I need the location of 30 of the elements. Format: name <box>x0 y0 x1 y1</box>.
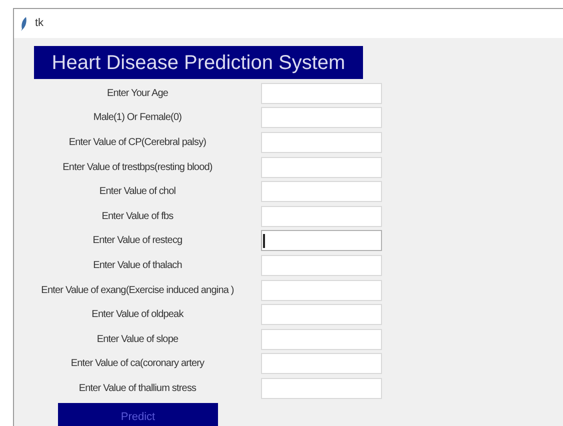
input-field[interactable] <box>261 254 382 276</box>
field-label: Enter Value of oldpeak <box>90 308 185 322</box>
input-field[interactable] <box>261 230 382 252</box>
input-field[interactable] <box>261 181 382 202</box>
field-label: Enter Value of ca(coronary artery <box>70 357 206 372</box>
feather-icon <box>21 16 27 30</box>
input-field[interactable] <box>261 206 382 227</box>
predict-button[interactable]: Predict <box>58 402 218 426</box>
field-label: Enter Value of trestbps(resting blood) <box>62 160 214 175</box>
field-label: Male(1) Or Female(0) <box>92 111 183 126</box>
field-label: Enter Value of fbs <box>100 210 174 224</box>
field-label: Enter Value of chol <box>98 185 177 200</box>
input-field[interactable] <box>261 378 382 399</box>
input-field[interactable] <box>261 107 382 128</box>
input-field[interactable] <box>261 132 382 153</box>
window-title: tk <box>35 16 44 32</box>
field-label: Enter Value of restecg <box>92 234 184 248</box>
field-label: Enter Value of slope <box>96 332 180 347</box>
field-label: Enter Value of CP(Cerebral palsy) <box>68 136 208 150</box>
input-field[interactable] <box>261 353 382 374</box>
input-field[interactable] <box>261 82 382 104</box>
input-field[interactable] <box>261 328 382 350</box>
input-field[interactable] <box>261 280 382 301</box>
field-label: Enter Value of exang(Exercise induced angina ) <box>40 284 235 298</box>
field-label: Enter Your Age <box>106 86 170 101</box>
input-field[interactable] <box>261 304 382 326</box>
input-field[interactable] <box>261 156 382 178</box>
field-label: Enter Value of thallium stress <box>78 382 198 396</box>
field-label: Enter Value of thalach <box>92 258 183 273</box>
app-heading: Heart Disease Prediction System <box>34 46 363 79</box>
